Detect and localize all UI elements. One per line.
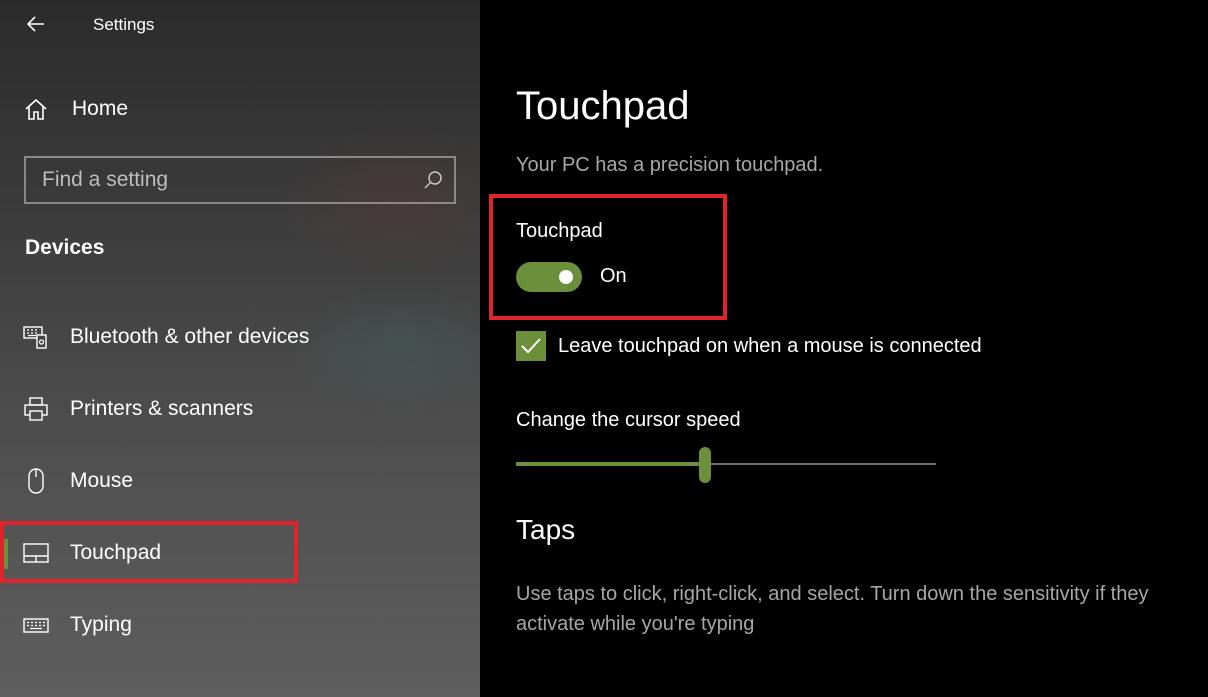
- back-arrow-icon: [26, 16, 44, 32]
- mouse-icon: [28, 468, 44, 494]
- home-label: Home: [72, 97, 129, 120]
- title-bar: Settings: [0, 0, 480, 50]
- cursor-speed-slider[interactable]: [516, 446, 936, 483]
- sidebar-item-label: Printers & scanners: [70, 397, 254, 420]
- sidebar-item-printers[interactable]: Printers & scanners: [0, 381, 480, 437]
- taps-heading: Taps: [516, 514, 576, 545]
- touchpad-nav-highlight-box: [0, 521, 298, 583]
- home-icon: [25, 98, 47, 120]
- slider-thumb[interactable]: [699, 447, 711, 483]
- checkmark-icon: [521, 338, 541, 354]
- printer-icon: [24, 397, 48, 421]
- precision-touchpad-note: Your PC has a precision touchpad.: [516, 154, 824, 176]
- settings-sidebar: Settings Home Find a setting Devices Blu…: [0, 0, 480, 697]
- sidebar-item-bluetooth[interactable]: Bluetooth & other devices: [0, 309, 480, 365]
- bluetooth-devices-icon: [23, 326, 47, 349]
- sidebar-item-mouse[interactable]: Mouse: [0, 453, 480, 509]
- sidebar-item-typing[interactable]: Typing: [0, 597, 480, 653]
- sidebar-item-label: Bluetooth & other devices: [70, 325, 310, 348]
- touchpad-toggle-highlight-box: [489, 194, 727, 320]
- cursor-speed-label: Change the cursor speed: [516, 409, 741, 431]
- slider-fill: [516, 462, 705, 466]
- search-icon[interactable]: [422, 169, 444, 191]
- sidebar-item-label: Typing: [70, 613, 132, 636]
- home-nav-item[interactable]: Home: [22, 92, 128, 126]
- leave-touchpad-on-checkbox[interactable]: [516, 331, 546, 361]
- search-input[interactable]: Find a setting: [24, 156, 456, 204]
- keyboard-icon: [23, 618, 49, 633]
- checkbox-label: Leave touchpad on when a mouse is connec…: [558, 334, 982, 357]
- search-placeholder: Find a setting: [42, 168, 169, 191]
- app-title: Settings: [93, 15, 155, 34]
- main-content: Touchpad Your PC has a precision touchpa…: [480, 0, 1208, 697]
- leave-touchpad-on-checkbox-row[interactable]: Leave touchpad on when a mouse is connec…: [516, 331, 982, 361]
- page-title: Touchpad: [516, 84, 690, 128]
- taps-description: Use taps to click, right-click, and sele…: [516, 583, 1149, 635]
- back-button[interactable]: [22, 10, 50, 38]
- sidebar-item-label: Mouse: [70, 469, 134, 492]
- devices-section-title: Devices: [25, 236, 105, 259]
